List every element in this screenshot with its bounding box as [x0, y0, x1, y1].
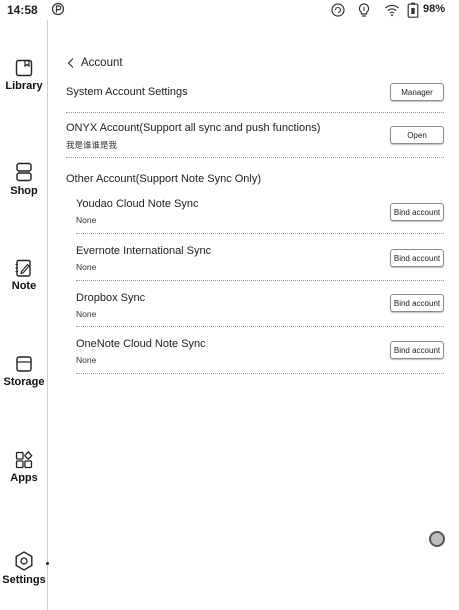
- sidebar-item-label: Settings: [2, 574, 46, 586]
- divider: [66, 112, 444, 113]
- list-item-youdao: Youdao Cloud Note Sync None Bind account: [76, 198, 444, 226]
- service-status: None: [76, 215, 97, 225]
- sidebar-item-library[interactable]: Library: [0, 58, 48, 92]
- system-account-row: System Account Settings Manager: [66, 82, 444, 102]
- sidebar-item-settings[interactable]: Settings: [0, 550, 48, 586]
- list-item-onenote: OneNote Cloud Note Sync None Bind accoun…: [76, 338, 444, 366]
- library-icon: [15, 59, 33, 77]
- divider: [76, 233, 444, 234]
- back-button[interactable]: Account: [66, 54, 123, 72]
- service-status: None: [76, 262, 97, 272]
- status-time: 14:58: [7, 3, 38, 17]
- service-name: OneNote Cloud Note Sync: [76, 338, 206, 350]
- sidebar-item-shop[interactable]: Shop: [0, 161, 48, 197]
- list-item-evernote: Evernote International Sync None Bind ac…: [76, 245, 444, 273]
- floating-assist-button[interactable]: [429, 531, 445, 547]
- bind-account-button[interactable]: Bind account: [390, 249, 444, 267]
- service-status: None: [76, 309, 97, 319]
- other-account-header: Other Account(Support Note Sync Only): [66, 169, 444, 185]
- wifi-icon: [385, 4, 399, 17]
- onyx-account-row: ONYX Account(Support all sync and push f…: [66, 121, 444, 150]
- sidebar-item-label: Library: [5, 80, 43, 92]
- sidebar-item-note[interactable]: Note: [0, 258, 48, 292]
- sidebar-item-label: Storage: [3, 376, 45, 388]
- onyx-account-user: 我是谁谁是我: [66, 140, 118, 150]
- shop-icon: [16, 162, 32, 182]
- bind-account-button[interactable]: Bind account: [390, 341, 444, 359]
- sidebar-item-label: Shop: [10, 185, 38, 197]
- storage-icon: [16, 356, 32, 372]
- service-name: Evernote International Sync: [76, 245, 212, 257]
- page-title: Account: [81, 57, 123, 69]
- p-app-icon: [51, 2, 65, 16]
- sidebar-item-apps[interactable]: Apps: [0, 450, 48, 484]
- settings-icon: [15, 551, 33, 571]
- status-bar: 14:58 98%: [0, 0, 459, 20]
- manager-button[interactable]: Manager: [390, 83, 444, 101]
- note-icon: [15, 259, 31, 277]
- apps-icon: [15, 450, 33, 469]
- sidebar-item-label: Apps: [10, 472, 38, 484]
- onyx-account-label: ONYX Account(Support all sync and push f…: [66, 122, 321, 134]
- chevron-left-icon: [67, 58, 74, 68]
- battery-percent: 98%: [423, 3, 446, 15]
- battery-icon: [407, 2, 419, 18]
- divider: [76, 373, 444, 374]
- open-button[interactable]: Open: [390, 126, 444, 144]
- divider: [66, 157, 444, 158]
- main-content: Account System Account Settings Manager …: [48, 20, 459, 610]
- system-account-label: System Account Settings: [66, 86, 188, 98]
- divider: [76, 326, 444, 327]
- service-name: Youdao Cloud Note Sync: [76, 198, 199, 210]
- other-account-label: Other Account(Support Note Sync Only): [66, 173, 262, 185]
- bind-account-button[interactable]: Bind account: [390, 203, 444, 221]
- list-item-dropbox: Dropbox Sync None Bind account: [76, 292, 444, 320]
- sync-icon: [331, 3, 345, 17]
- sidebar-item-storage[interactable]: Storage: [0, 354, 48, 388]
- lightbulb-icon: [358, 3, 370, 17]
- sidebar: Library Shop Note Storage Apps Settings: [0, 20, 49, 610]
- bind-account-button[interactable]: Bind account: [390, 294, 444, 312]
- sidebar-item-label: Note: [11, 280, 37, 292]
- service-name: Dropbox Sync: [76, 292, 146, 304]
- divider: [76, 280, 444, 281]
- service-status: None: [76, 355, 97, 365]
